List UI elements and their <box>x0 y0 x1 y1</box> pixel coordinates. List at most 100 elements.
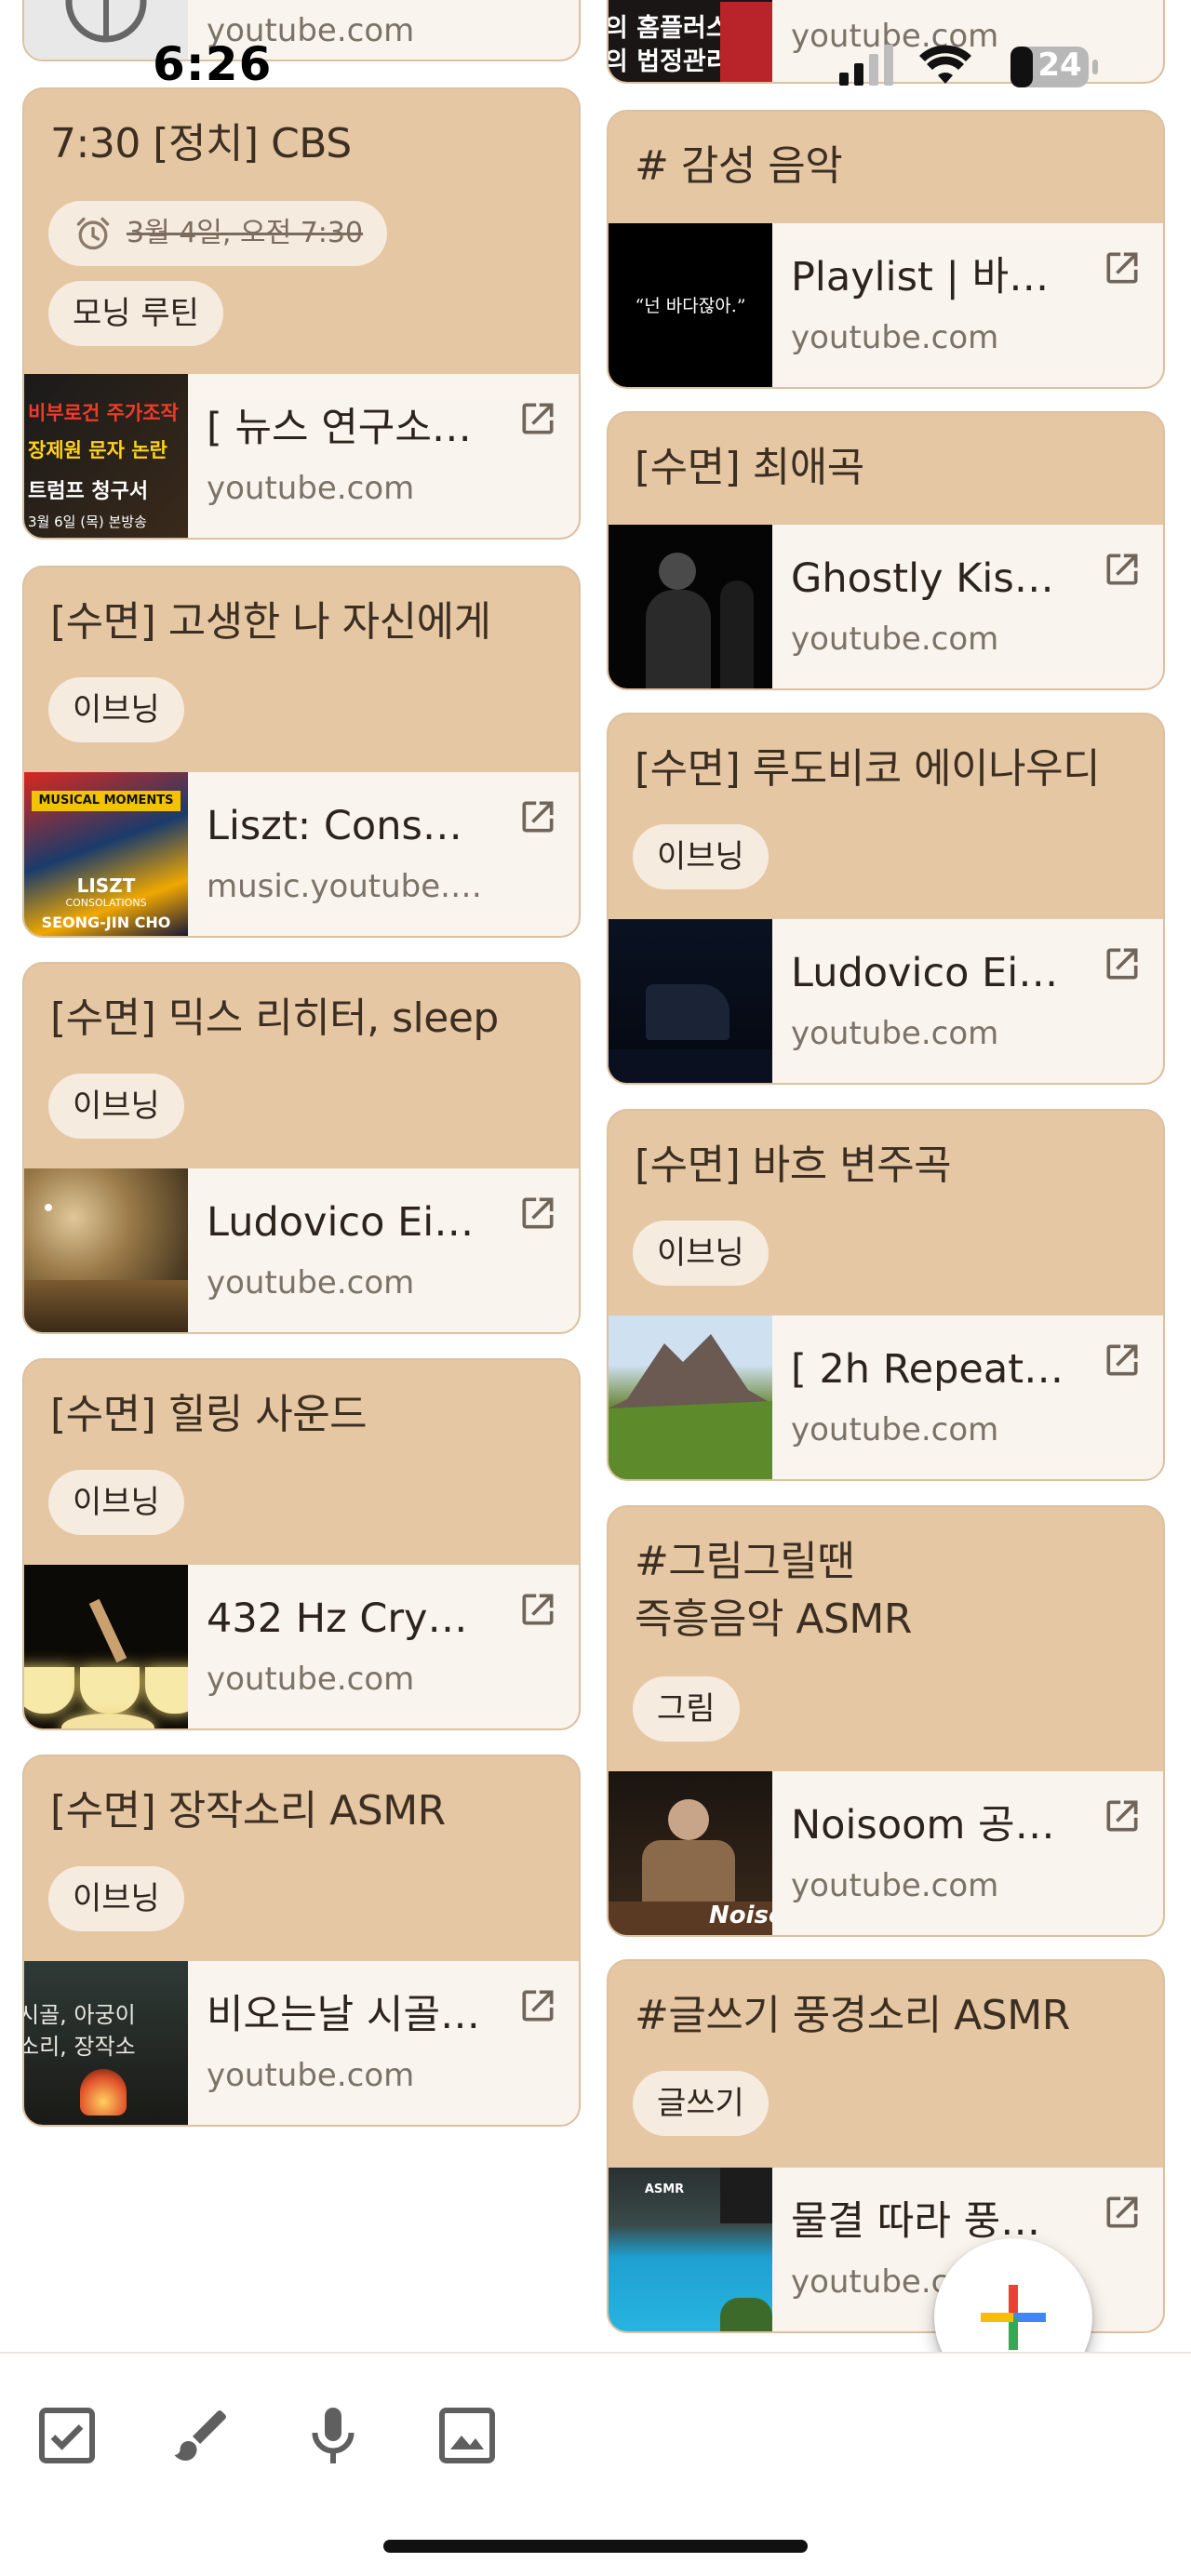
reminder-chip[interactable]: 3월 4일, 오전 7:30 <box>48 201 388 266</box>
link-preview[interactable]: 432 Hz Crystal… youtube.com <box>24 1565 579 1728</box>
link-preview[interactable]: Noiso Noisoom 공연… youtube.com <box>609 1771 1163 1935</box>
note-card[interactable]: [수면] 최애곡 Ghostly Kisses… youtube.com <box>607 411 1165 690</box>
thumb-caption: 의 홈플러스 <box>609 14 729 43</box>
note-card[interactable]: [수면] 힐링 사운드 이브닝 432 Hz Crystal… youtube.… <box>22 1358 581 1730</box>
link-thumbnail: Noiso <box>609 1771 772 1935</box>
link-domain: youtube.com <box>791 1411 999 1448</box>
checkbox-icon[interactable] <box>33 2402 100 2469</box>
label-chip[interactable]: 그림 <box>633 1676 740 1742</box>
thumb-caption: “넌 바다잖아.” <box>635 296 746 316</box>
link-domain: youtube.com <box>791 319 999 356</box>
link-domain: youtube.com <box>207 1661 415 1698</box>
alarm-clock-icon <box>76 217 110 250</box>
note-title: [수면] 최애곡 <box>635 444 864 491</box>
note-title: [수면] 바흐 변주곡 <box>635 1141 952 1189</box>
label-chip[interactable]: 이브닝 <box>48 677 184 742</box>
thumb-caption: LISZT <box>76 874 136 897</box>
note-title: [수면] 고생한 나 자신에게 <box>50 598 491 646</box>
label-chip[interactable]: 글쓰기 <box>633 2071 769 2136</box>
link-title: Ghostly Kisses… <box>791 555 1070 602</box>
battery-percentage: 24 <box>1037 47 1082 84</box>
label-chip[interactable]: 이브닝 <box>48 1074 184 1139</box>
link-preview[interactable]: Ludovico Eina… youtube.com <box>24 1168 579 1332</box>
thumb-caption: 비부로건 주가조작 <box>28 402 179 424</box>
link-domain: youtube.com <box>207 1264 415 1301</box>
open-external-icon[interactable] <box>517 1589 558 1630</box>
thumb-caption: 시골, 아궁이 <box>24 2002 136 2028</box>
link-domain: youtube.com <box>791 1867 999 1904</box>
note-title: #그림그릴땐 즉흥음악 ASMR <box>635 1538 912 1643</box>
open-external-icon[interactable] <box>1102 549 1143 590</box>
open-external-icon[interactable] <box>1102 1340 1143 1381</box>
wifi-icon <box>919 45 971 84</box>
note-card[interactable]: [수면] 고생한 나 자신에게 이브닝 MUSICAL MOMENTS LISZ… <box>22 566 581 938</box>
link-preview[interactable]: [ 2h Repeat ]… youtube.com <box>609 1315 1163 1479</box>
link-thumbnail <box>609 525 772 688</box>
link-thumbnail: “넌 바다잖아.” <box>609 223 772 387</box>
mountain-illustration <box>609 1334 772 1479</box>
note-title: [수면] 힐링 사운드 <box>50 1391 368 1438</box>
link-preview[interactable]: 비부로건 주가조작 장제원 문자 논란 트럼프 청구서 3월 6일 (목) 본방… <box>24 374 579 538</box>
label-chip[interactable]: 모닝 루틴 <box>48 281 223 346</box>
link-thumbnail: ASMR <box>609 2168 772 2331</box>
open-external-icon[interactable] <box>517 1985 558 2026</box>
thumb-caption: 3월 6일 (목) 본방송 <box>28 514 147 530</box>
note-card[interactable]: [수면] 장작소리 ASMR 이브닝 시골, 아궁이 소리, 장작소 비오는날 … <box>22 1755 581 2127</box>
note-card[interactable]: [수면] 바흐 변주곡 이브닝 [ 2h Repeat ]… youtube.c… <box>607 1109 1165 1481</box>
open-external-icon[interactable] <box>1102 2192 1143 2233</box>
note-card[interactable]: [수면] 루도비코 에이나우디 이브닝 Ludovico Eina… youtu… <box>607 713 1165 1085</box>
link-preview[interactable]: Ludovico Eina… youtube.com <box>609 919 1163 1083</box>
thumb-caption: SEONG-JIN CHO <box>41 914 171 931</box>
image-icon[interactable] <box>434 2402 501 2469</box>
note-card[interactable]: [수면] 믹스 리히터, sleep 이브닝 Ludovico Eina… yo… <box>22 962 581 1334</box>
thumb-caption: 장제원 문자 논란 <box>28 439 167 461</box>
label-chip[interactable]: 이브닝 <box>633 1221 769 1286</box>
note-title: 7:30 [정치] CBS <box>50 120 352 167</box>
link-thumbnail <box>24 1565 188 1728</box>
open-external-icon[interactable] <box>1102 247 1143 288</box>
open-external-icon[interactable] <box>1102 1795 1143 1836</box>
open-external-icon[interactable] <box>517 1193 558 1234</box>
open-external-icon[interactable] <box>517 796 558 837</box>
note-title: [수면] 장작소리 ASMR <box>50 1787 446 1835</box>
link-preview[interactable]: MUSICAL MOMENTS LISZT CONSOLATIONS SEONG… <box>24 772 579 936</box>
thumb-caption: Noiso <box>709 1902 772 1929</box>
plus-icon <box>981 2285 1046 2350</box>
open-external-icon[interactable] <box>517 398 558 439</box>
link-title: [ 뉴스 연구소]… <box>207 405 486 451</box>
thumb-caption: ASMR <box>644 2182 685 2196</box>
link-domain: music.youtube.c… <box>207 868 486 905</box>
status-bar-indicators <box>839 45 1098 87</box>
label-chip[interactable]: 이브닝 <box>48 1866 184 1931</box>
note-card[interactable]: # 감성 음악 “넌 바다잖아.” Playlist | 바다… youtube… <box>607 110 1165 389</box>
microphone-icon[interactable] <box>300 2402 367 2469</box>
label-chip[interactable]: 이브닝 <box>633 824 769 889</box>
link-preview[interactable]: Ghostly Kisses… youtube.com <box>609 525 1163 688</box>
thumb-caption: CONSOLATIONS <box>65 897 147 909</box>
link-preview[interactable]: “넌 바다잖아.” Playlist | 바다… youtube.com <box>609 223 1163 387</box>
note-card-cropped[interactable]: youtube.com <box>22 0 581 61</box>
link-domain: youtube.com <box>207 470 415 507</box>
note-title: [수면] 믹스 리히터, sleep <box>50 994 499 1042</box>
link-preview[interactable]: 시골, 아궁이 소리, 장작소 비오는날 시골… youtube.com <box>24 1961 579 2125</box>
note-card[interactable]: 7:30 [정치] CBS 3월 4일, 오전 7:30 모닝 루틴 비부로건 … <box>22 87 581 540</box>
link-title: 432 Hz Crystal… <box>207 1595 486 1642</box>
link-thumbnail <box>609 919 772 1083</box>
brush-icon[interactable] <box>167 2402 234 2469</box>
note-title: #글쓰기 풍경소리 ASMR <box>635 1992 1070 2039</box>
link-title: Liszt: Consolat… <box>207 803 486 849</box>
note-card[interactable]: #그림그릴땐 즉흥음악 ASMR 그림 Noiso Noisoom 공연… yo… <box>607 1505 1165 1937</box>
link-thumbnail: 의 홈플러스 의 법정관리 <box>609 0 772 82</box>
home-indicator <box>383 2540 808 2553</box>
link-title: Ludovico Eina… <box>207 1199 486 1246</box>
thumb-caption: MUSICAL MOMENTS <box>32 791 181 811</box>
label-chip[interactable]: 이브닝 <box>48 1470 184 1535</box>
open-external-icon[interactable] <box>1102 943 1143 984</box>
link-thumbnail <box>609 1315 772 1479</box>
link-domain: youtube.com <box>791 621 999 658</box>
link-title: [ 2h Repeat ]… <box>791 1346 1070 1393</box>
link-title: 비오는날 시골… <box>207 1992 481 2038</box>
note-title: # 감성 음악 <box>635 142 843 190</box>
link-title: Noisoom 공연… <box>791 1802 1070 1849</box>
link-domain: youtube.com <box>207 2057 415 2094</box>
